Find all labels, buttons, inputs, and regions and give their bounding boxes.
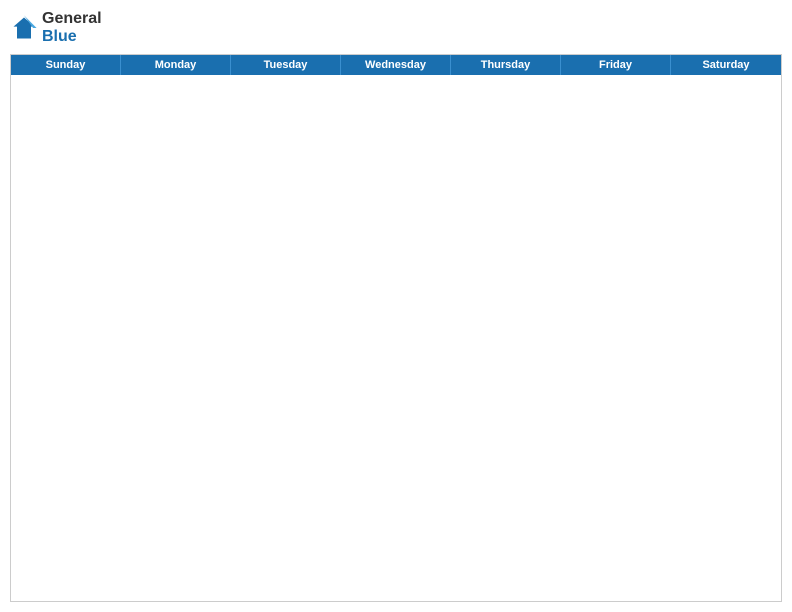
logo-text: General Blue <box>42 10 102 46</box>
calendar: SundayMondayTuesdayWednesdayThursdayFrid… <box>10 54 782 602</box>
day-header-friday: Friday <box>561 55 671 75</box>
day-header-monday: Monday <box>121 55 231 75</box>
day-header-saturday: Saturday <box>671 55 781 75</box>
day-header-thursday: Thursday <box>451 55 561 75</box>
logo-icon <box>10 14 38 42</box>
day-header-sunday: Sunday <box>11 55 121 75</box>
page: General Blue SundayMondayTuesdayWednesda… <box>0 0 792 612</box>
header: General Blue <box>10 10 782 46</box>
calendar-body <box>11 75 781 601</box>
logo: General Blue <box>10 10 102 46</box>
day-header-tuesday: Tuesday <box>231 55 341 75</box>
day-header-wednesday: Wednesday <box>341 55 451 75</box>
calendar-header: SundayMondayTuesdayWednesdayThursdayFrid… <box>11 55 781 75</box>
